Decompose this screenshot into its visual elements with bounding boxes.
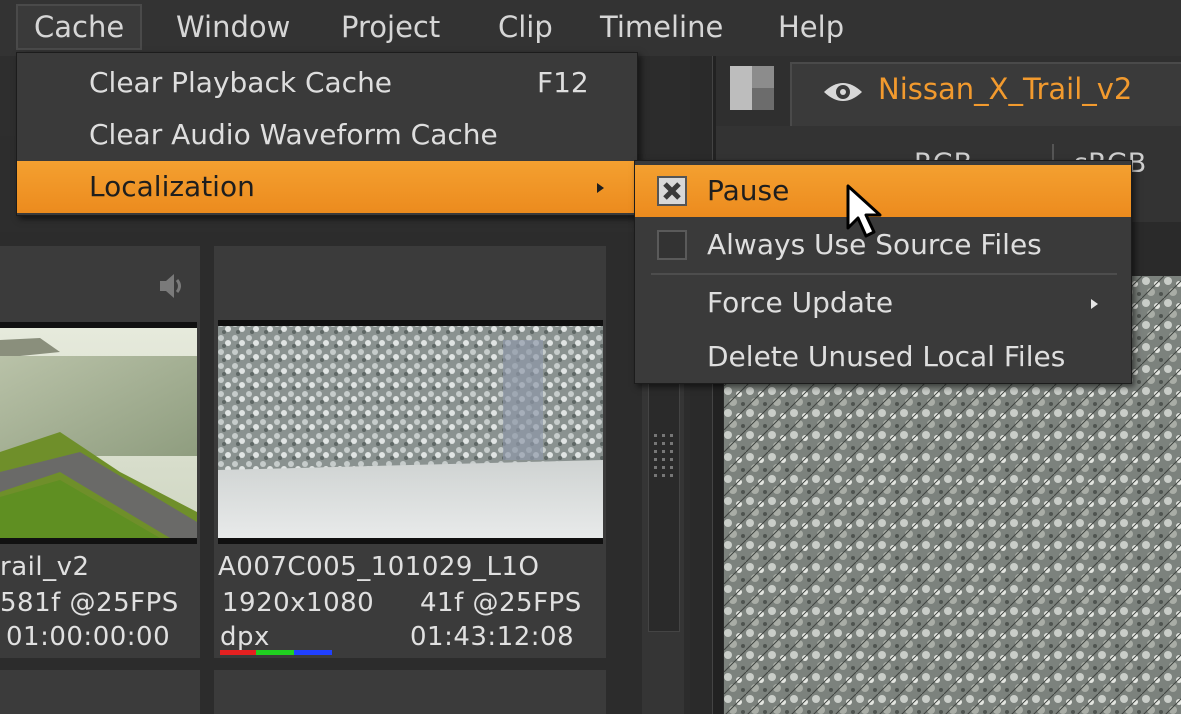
clip-timecode: 01:43:12:08	[410, 622, 575, 652]
menu-help[interactable]: Help	[762, 4, 860, 50]
clip-resolution: 1920x1080	[222, 588, 375, 618]
scroll-grip	[652, 434, 678, 484]
viewer-tab-label: Nissan_X_Trail_v2	[878, 72, 1133, 106]
clip-frames: 41f @25FPS	[420, 588, 582, 618]
menu-timeline[interactable]: Timeline	[584, 4, 739, 50]
submenu-arrow-icon	[597, 183, 604, 193]
menu-item-label: Delete Unused Local Files	[707, 340, 1066, 373]
eye-icon[interactable]	[822, 78, 864, 106]
menu-item-delete-unused-local-files[interactable]: Delete Unused Local Files	[635, 331, 1131, 383]
panel-layout-icon[interactable]	[730, 66, 774, 110]
menu-window[interactable]: Window	[160, 4, 306, 50]
menu-item-clear-audio-waveform-cache[interactable]: Clear Audio Waveform Cache	[17, 109, 637, 161]
menu-separator	[651, 273, 1117, 275]
menu-item-shortcut: F12	[537, 66, 589, 99]
clip-format: dpx	[220, 622, 270, 652]
cache-menu: Clear Playback Cache F12 Clear Audio Wav…	[16, 52, 638, 216]
checkbox-unchecked-icon[interactable]	[657, 230, 687, 260]
clip-name: rail_v2	[0, 552, 90, 582]
checkbox-checked-icon[interactable]	[657, 176, 687, 206]
clip-card[interactable]	[0, 670, 200, 714]
menu-item-clear-playback-cache[interactable]: Clear Playback Cache F12	[17, 57, 637, 109]
menu-item-label: Clear Audio Waveform Cache	[89, 118, 498, 151]
menu-item-localization[interactable]: Localization	[17, 161, 637, 213]
menu-item-label: Force Update	[707, 286, 894, 319]
clip-card[interactable]	[214, 670, 606, 714]
clip-frames: 581f @25FPS	[0, 588, 179, 618]
bin-scrollbar-thumb[interactable]	[648, 380, 680, 632]
submenu-arrow-icon	[1091, 299, 1098, 309]
menu-item-label: Pause	[707, 174, 790, 207]
menu-cache[interactable]: Cache	[16, 4, 143, 50]
menu-project[interactable]: Project	[325, 4, 456, 50]
clip-timecode: 01:00:00:00	[6, 622, 171, 652]
mouse-cursor-icon	[846, 184, 886, 240]
menu-item-force-update[interactable]: Force Update	[635, 277, 1131, 329]
menu-item-label: Clear Playback Cache	[89, 66, 393, 99]
clip-thumbnail-forest	[218, 320, 603, 544]
menu-item-label: Localization	[89, 170, 255, 203]
rgb-channel-bar	[220, 650, 332, 655]
menu-clip[interactable]: Clip	[482, 4, 569, 50]
clip-thumbnail-coast	[0, 322, 197, 544]
menubar: Cache Window Project Clip Timeline Help	[0, 0, 1181, 56]
speaker-icon	[156, 270, 188, 302]
clip-name: A007C005_101029_L1O	[218, 552, 540, 582]
